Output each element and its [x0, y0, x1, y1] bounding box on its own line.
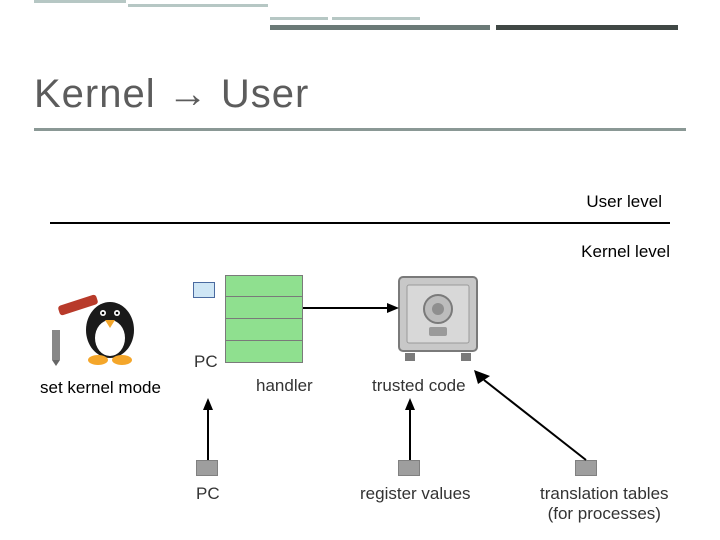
- kernel-level-label: Kernel level: [581, 242, 670, 262]
- pc-label-upper: PC: [194, 352, 218, 372]
- pc-source-block: [196, 460, 218, 476]
- arrow-pc-up: [201, 398, 215, 460]
- safe-icon: [395, 273, 481, 363]
- stack-row: [225, 275, 303, 297]
- stack-row: [225, 297, 303, 319]
- trusted-code-label: trusted code: [372, 376, 466, 396]
- arrow-stack-to-safe: [303, 301, 399, 315]
- stack-row: [225, 319, 303, 341]
- handler-stack: [225, 275, 303, 363]
- register-values-label: register values: [360, 484, 471, 504]
- handler-label: handler: [256, 376, 313, 396]
- set-kernel-mode-label: set kernel mode: [40, 378, 161, 398]
- user-level-label: User level: [586, 192, 662, 212]
- slide-title: Kernel → User: [34, 72, 309, 117]
- slide: Kernel → User User level Kernel level se…: [0, 0, 720, 540]
- arrow-reg-up: [403, 398, 417, 460]
- user-kernel-divider: [50, 222, 670, 224]
- translation-tables-label: translation tables(for processes): [540, 484, 669, 523]
- stack-row: [225, 341, 303, 363]
- register-values-block: [398, 460, 420, 476]
- arrow-trans-up: [470, 370, 596, 466]
- title-underline: [34, 128, 686, 131]
- pc-box: [193, 282, 215, 298]
- pc-label-lower: PC: [196, 484, 220, 504]
- tux-icon: [50, 280, 170, 366]
